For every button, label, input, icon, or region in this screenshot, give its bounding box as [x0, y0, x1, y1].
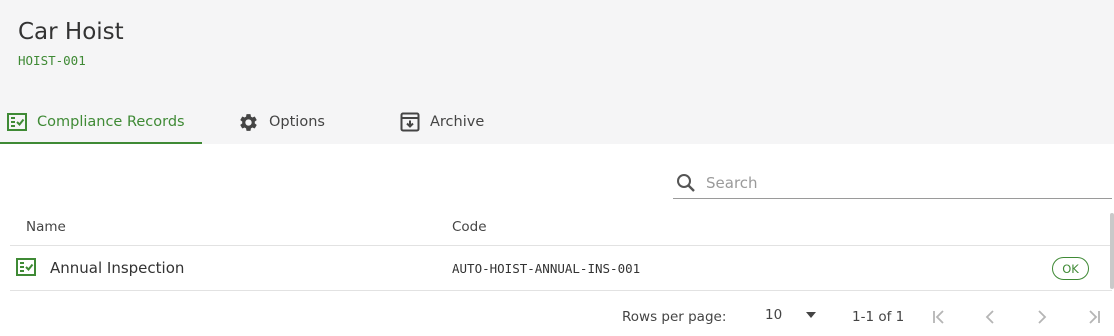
archive-icon	[400, 112, 420, 132]
tab-compliance-records[interactable]: Compliance Records	[0, 100, 202, 144]
tab-archive[interactable]: Archive	[400, 100, 484, 144]
caret-down-icon	[806, 312, 817, 318]
column-header-name[interactable]: Name	[26, 219, 66, 235]
asset-code: HOIST-001	[18, 53, 86, 68]
record-name: Annual Inspection	[50, 259, 185, 277]
table-header: Name Code	[10, 208, 1112, 246]
rows-per-page-label: Rows per page:	[622, 309, 727, 325]
column-header-code[interactable]: Code	[452, 219, 487, 235]
records-table: Name Code Annual Inspection AUTO-HOIST-A…	[10, 208, 1112, 291]
tab-bar: Compliance Records Options Archive	[0, 100, 1114, 144]
rows-per-page-select[interactable]: 10	[765, 307, 817, 323]
last-page-icon	[1086, 309, 1102, 325]
rows-per-page-value: 10	[765, 307, 783, 323]
tab-label: Archive	[430, 114, 485, 130]
search-input[interactable]	[706, 173, 1086, 192]
active-tab-indicator	[0, 142, 202, 144]
record-code: AUTO-HOIST-ANNUAL-INS-001	[452, 261, 641, 276]
search-box	[673, 167, 1112, 199]
page-range: 1-1 of 1	[852, 309, 905, 325]
last-page-button[interactable]	[1084, 307, 1104, 327]
search-icon	[676, 173, 696, 193]
checklist-icon	[7, 113, 27, 131]
first-page-button[interactable]	[929, 307, 949, 327]
page-header: Car Hoist HOIST-001 Compliance Records O…	[0, 0, 1114, 144]
next-page-button[interactable]	[1032, 307, 1052, 327]
previous-page-button[interactable]	[980, 307, 1000, 327]
gear-icon	[238, 112, 259, 133]
table-row[interactable]: Annual Inspection AUTO-HOIST-ANNUAL-INS-…	[10, 246, 1112, 291]
tab-label: Compliance Records	[37, 114, 185, 130]
page-title: Car Hoist	[18, 19, 124, 45]
status-badge: OK	[1052, 257, 1089, 280]
pagination: Rows per page: 10 1-1 of 1	[0, 300, 1114, 336]
tab-label: Options	[269, 114, 325, 130]
checklist-icon	[16, 258, 36, 276]
vertical-scrollbar[interactable]	[1110, 213, 1114, 289]
tab-options[interactable]: Options	[238, 100, 325, 144]
chevron-right-icon	[1034, 309, 1050, 325]
chevron-left-icon	[982, 309, 998, 325]
first-page-icon	[931, 309, 947, 325]
